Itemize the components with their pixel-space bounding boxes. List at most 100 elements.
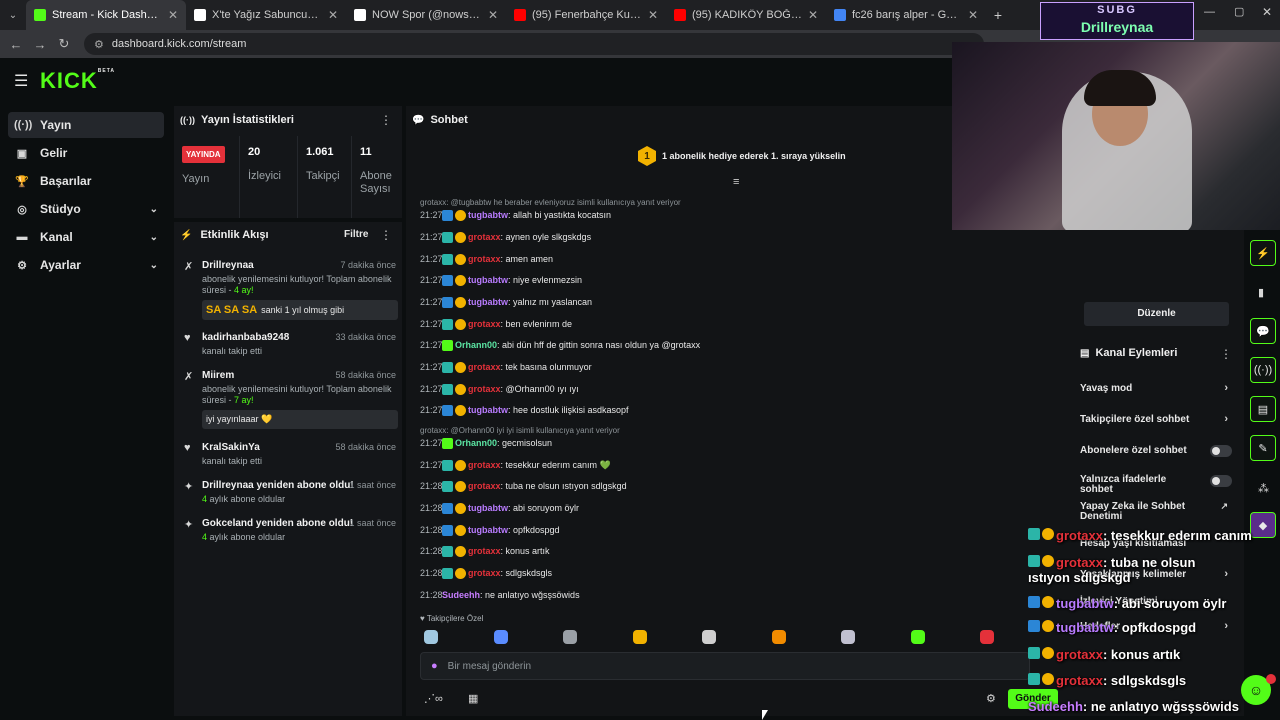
chat-username[interactable]: grotaxx <box>468 481 501 491</box>
new-tab-button[interactable]: + <box>986 7 1010 23</box>
toggle-switch[interactable] <box>1210 445 1232 457</box>
rail-tools-icon[interactable]: ✎ <box>1250 435 1276 461</box>
chat-username[interactable]: grotaxx <box>468 232 501 242</box>
chat-message[interactable]: 21:28 grotaxx: konus artık <box>420 543 550 559</box>
back-icon[interactable]: ← <box>4 37 28 52</box>
chat-filter-icon[interactable]: ≡ <box>733 176 739 188</box>
hamburger-menu-icon[interactable]: ☰ <box>14 71 28 91</box>
filter-button[interactable]: Filtre <box>344 229 368 240</box>
chat-message[interactable]: 21:27 grotaxx: tesekkur ederım canım 💚 <box>420 457 611 473</box>
reload-icon[interactable]: ↻ <box>52 36 76 52</box>
emote-icon[interactable] <box>841 630 855 644</box>
tab-search-icon[interactable]: ⌄ <box>0 10 26 21</box>
channel-action-row[interactable]: Yalnızca ifadelerle sohbet <box>1080 475 1236 495</box>
emote-icon[interactable] <box>702 630 716 644</box>
window-maximize-button[interactable]: ▢ <box>1234 5 1244 18</box>
channel-action-row[interactable]: Yavaş mod › <box>1080 382 1236 394</box>
chat-message[interactable]: 21:27 grotaxx: aynen oyle slkgskdgs <box>420 229 591 245</box>
chat-message[interactable]: 21:27 grotaxx: ben evlenirım de <box>420 316 572 332</box>
chat-username[interactable]: tugbabtw <box>468 297 508 307</box>
rail-extension-icon[interactable]: ◆ <box>1250 512 1276 538</box>
microphone-icon[interactable]: ● <box>431 660 438 672</box>
chat-username[interactable]: grotaxx <box>468 384 501 394</box>
chat-username[interactable]: tugbabtw <box>468 503 508 513</box>
chat-message[interactable]: 21:27 grotaxx: tek basına olunmuyor <box>420 359 592 375</box>
activity-more-icon[interactable]: ⋮ <box>380 228 392 242</box>
chat-username[interactable]: tugbabtw <box>468 210 508 220</box>
channel-action-row[interactable]: Takipçilere özel sohbet › <box>1080 413 1236 425</box>
sidebar-item[interactable]: ⚙ Ayarlar ⌄ <box>8 252 164 278</box>
tab-close-icon[interactable]: ✕ <box>808 8 818 22</box>
tab-close-icon[interactable]: ✕ <box>488 8 498 22</box>
chat-username[interactable]: grotaxx <box>468 254 501 264</box>
emote-icon[interactable] <box>910 630 925 644</box>
quick-action-lightning-icon[interactable]: ⚡ <box>1250 240 1276 266</box>
emote-icon[interactable] <box>493 630 508 644</box>
chat-message[interactable]: 21:27 grotaxx: @Orhann00 ıyı ıyı <box>420 381 579 397</box>
chat-username[interactable]: tugbabtw <box>468 405 508 415</box>
chat-username[interactable]: grotaxx <box>468 568 501 578</box>
chat-username[interactable]: Sudeehh <box>442 590 480 600</box>
chat-username[interactable]: grotaxx <box>468 546 501 556</box>
window-close-button[interactable]: ✕ <box>1262 5 1272 19</box>
forward-icon[interactable]: → <box>28 37 52 52</box>
stats-more-icon[interactable]: ⋮ <box>380 113 392 127</box>
emote-icon[interactable] <box>632 630 647 644</box>
chat-username[interactable]: grotaxx <box>468 460 501 470</box>
url-field[interactable]: ⚙ dashboard.kick.com/stream <box>84 33 984 55</box>
browser-tab[interactable]: (95) KADIKÖY BOĞASI EVDE Bİ ✕ <box>666 0 826 30</box>
chat-message[interactable]: 21:28 tugbabtw: opfkdospgd <box>420 522 560 538</box>
sidebar-item[interactable]: ((·)) Yayın <box>8 112 164 138</box>
browser-tab[interactable]: NOW Spor (@nowsportr) / X ✕ <box>346 0 506 30</box>
rail-broadcast-icon[interactable]: ((·)) <box>1250 357 1276 383</box>
channel-action-row[interactable]: Yapay Zeka ile Sohbet Denetimi ↗ <box>1080 501 1236 522</box>
sidebar-item[interactable]: ◎ Stüdyo ⌄ <box>8 196 164 222</box>
edit-button[interactable]: Düzenle <box>1084 302 1229 326</box>
chat-message[interactable]: 21:28 tugbabtw: abi soruyom öylr <box>420 500 579 516</box>
store-icon[interactable]: ▦ <box>468 692 478 705</box>
chat-message[interactable]: 21:27 tugbabtw: yalnız mı yaslancan <box>420 294 592 310</box>
sidebar-item[interactable]: ▬ Kanal ⌄ <box>8 224 164 250</box>
browser-tab[interactable]: (95) Fenerbahçe Kulübü Başkan ✕ <box>506 0 666 30</box>
emote-icon[interactable] <box>771 630 786 644</box>
chat-settings-icon[interactable]: ⚙ <box>986 692 996 705</box>
channel-action-row[interactable]: Abonelere özel sohbet <box>1080 445 1236 457</box>
tab-close-icon[interactable]: ✕ <box>968 8 978 22</box>
chat-message[interactable]: 21:28 grotaxx: sdlgskdsgls <box>420 565 552 581</box>
sidebar-item[interactable]: 🏆 Başarılar <box>8 168 164 194</box>
chat-message[interactable]: 21:28 grotaxx: tuba ne olsun ıstıyon sdlg… <box>420 478 627 494</box>
toggle-switch[interactable] <box>1210 475 1232 487</box>
channel-actions-more-icon[interactable]: ⋮ <box>1220 347 1232 361</box>
kick-logo[interactable]: KICKBETA <box>40 68 115 94</box>
chat-username[interactable]: tugbabtw <box>468 275 508 285</box>
chat-message[interactable]: 21:27 Orhann00: gecmisolsun <box>420 435 552 451</box>
browser-tab[interactable]: X'te Yağız Sabuncuoğlu: "Sade ✕ <box>186 0 346 30</box>
chat-input[interactable]: ● Bir mesaj gönderin <box>420 652 1030 680</box>
tab-close-icon[interactable]: ✕ <box>648 8 658 22</box>
emote-icon[interactable] <box>563 630 577 644</box>
chat-username[interactable]: grotaxx <box>468 319 501 329</box>
browser-tab[interactable]: Stream - Kick Dashboard ✕ <box>26 0 186 30</box>
rail-chat-icon[interactable]: 💬 <box>1250 318 1276 344</box>
emote-icon[interactable] <box>980 630 994 644</box>
chat-message[interactable]: 21:27 Orhann00: abi dün hff de gittin son… <box>420 337 700 353</box>
chat-message[interactable]: 21:27 grotaxx: amen amen <box>420 251 553 267</box>
browser-tab[interactable]: fc26 barış alper - Google'da Ara ✕ <box>826 0 986 30</box>
tab-close-icon[interactable]: ✕ <box>168 8 178 22</box>
rail-nodes-icon[interactable]: ⁂ <box>1258 482 1269 495</box>
site-info-icon[interactable]: ⚙ <box>94 38 104 51</box>
chat-username[interactable]: Orhann00 <box>455 340 497 350</box>
rail-doc-icon[interactable]: ▮ <box>1258 286 1264 299</box>
chat-message[interactable]: 21:27 tugbabtw: allah bi yastıkta kocatsı… <box>420 207 611 223</box>
chat-username[interactable]: tugbabtw <box>468 525 508 535</box>
chat-message[interactable]: 21:28 Sudeehh: ne anlatıyo wğsşsöwids <box>420 587 580 603</box>
chat-username[interactable]: grotaxx <box>468 362 501 372</box>
emote-picker-icon[interactable]: ⋰∞ <box>424 692 443 705</box>
sidebar-item[interactable]: ▣ Gelir <box>8 140 164 166</box>
tab-close-icon[interactable]: ✕ <box>328 8 338 22</box>
window-minimize-button[interactable]: — <box>1204 6 1215 18</box>
chat-username[interactable]: Orhann00 <box>455 438 497 448</box>
emote-icon[interactable] <box>424 630 438 644</box>
chat-message[interactable]: 21:27 tugbabtw: hee dostluk ilişkisi asdk… <box>420 402 629 418</box>
rail-layout-icon[interactable]: ▤ <box>1250 396 1276 422</box>
